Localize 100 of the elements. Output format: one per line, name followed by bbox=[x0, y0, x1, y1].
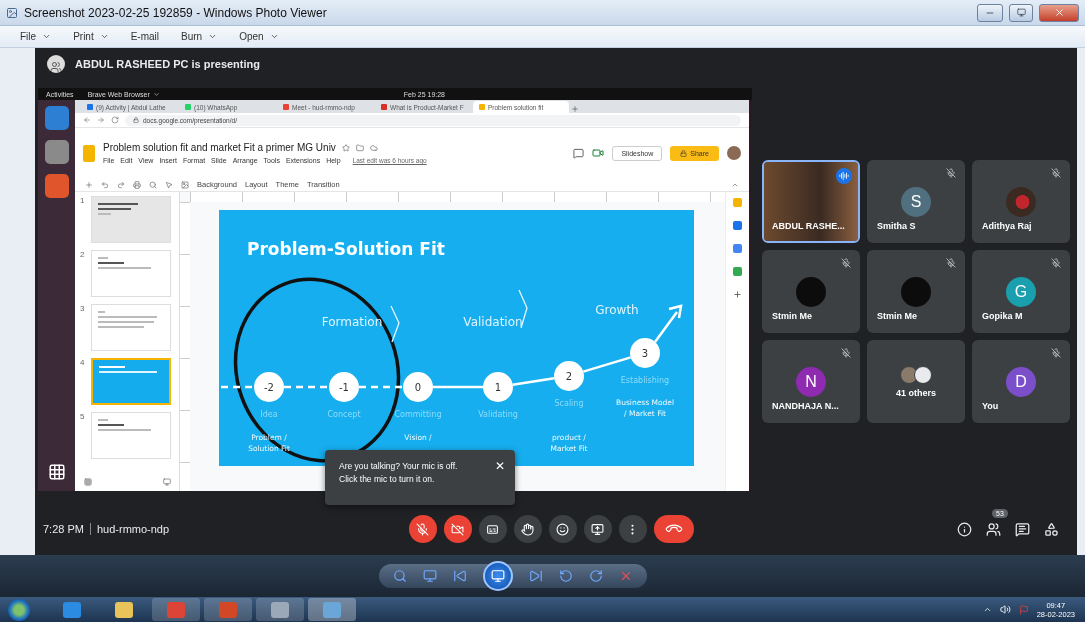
participant-name: Stmin Me bbox=[772, 311, 812, 321]
print-icon[interactable] bbox=[133, 180, 141, 189]
chat-button[interactable] bbox=[1015, 521, 1030, 537]
menu-item[interactable]: Burn bbox=[181, 31, 218, 42]
zoom-button[interactable] bbox=[392, 569, 407, 583]
add-icon[interactable] bbox=[85, 180, 93, 189]
document-title[interactable]: Problem solution fit and market Fit a primer MG Univ bbox=[103, 142, 336, 153]
menu-item[interactable]: Print bbox=[73, 31, 109, 42]
time: 7:28 PM bbox=[43, 523, 84, 535]
slideshow-button[interactable] bbox=[482, 561, 513, 591]
volume-icon[interactable] bbox=[999, 604, 1011, 615]
participant-tile[interactable]: Stmin Me bbox=[867, 250, 965, 333]
avatar bbox=[796, 276, 826, 307]
slide-thumbnail[interactable] bbox=[91, 196, 171, 243]
undo-icon[interactable] bbox=[101, 180, 109, 189]
participant-tile[interactable]: 41 others bbox=[867, 340, 965, 423]
camera-button[interactable] bbox=[443, 515, 472, 543]
menu-item[interactable]: Open bbox=[239, 31, 279, 42]
mic-off-icon bbox=[946, 258, 956, 268]
app-icon[interactable] bbox=[44, 174, 69, 198]
info-button[interactable] bbox=[957, 521, 972, 537]
mic-off-icon bbox=[416, 522, 429, 536]
image-icon[interactable] bbox=[181, 180, 189, 189]
filmstrip-view-icon[interactable] bbox=[163, 478, 171, 486]
zoom-icon[interactable] bbox=[149, 180, 157, 189]
slide-number: 2 bbox=[80, 250, 86, 259]
avatar: G bbox=[1006, 276, 1036, 307]
emoji-button[interactable] bbox=[548, 515, 577, 543]
slide-thumbnail[interactable] bbox=[91, 412, 171, 459]
step-node: 3 bbox=[630, 338, 660, 368]
phase-label: Growth bbox=[595, 303, 639, 317]
star-icon[interactable] bbox=[341, 143, 350, 152]
back-icon[interactable] bbox=[83, 116, 91, 124]
rotate-left-button[interactable] bbox=[558, 569, 573, 583]
captions-button[interactable] bbox=[478, 515, 507, 543]
app-grid-icon[interactable] bbox=[47, 463, 66, 481]
participant-tile[interactable]: D You bbox=[972, 340, 1070, 423]
slide-thumbnail[interactable] bbox=[91, 250, 171, 297]
camera-off-icon bbox=[451, 522, 464, 536]
participant-name: You bbox=[982, 401, 999, 411]
grid-view-icon[interactable] bbox=[84, 478, 92, 486]
caret-icon bbox=[152, 90, 160, 98]
comment-icon[interactable] bbox=[573, 147, 585, 159]
participant-tile[interactable]: Adithya Raj bbox=[972, 160, 1070, 243]
redo-icon[interactable] bbox=[117, 180, 125, 189]
avatar: N bbox=[796, 366, 826, 397]
cloud-icon bbox=[369, 143, 378, 152]
step-label: Committing bbox=[394, 410, 442, 419]
close-button[interactable]: ✕ bbox=[495, 460, 505, 472]
next-button[interactable] bbox=[528, 569, 543, 583]
step-node: 0 bbox=[403, 372, 433, 402]
add-icon[interactable] bbox=[733, 290, 742, 299]
mic-button[interactable] bbox=[408, 515, 437, 543]
menu-item[interactable]: E-mail bbox=[130, 31, 160, 42]
photo-placeholder bbox=[1006, 186, 1036, 217]
close-button[interactable] bbox=[1039, 3, 1079, 22]
video-call-icon[interactable] bbox=[592, 147, 605, 159]
participant-tile[interactable]: S Smitha S bbox=[867, 160, 965, 243]
previous-button[interactable] bbox=[452, 569, 467, 583]
participant-tile[interactable]: N NANDHAJA N... bbox=[762, 340, 860, 423]
app-icon[interactable] bbox=[44, 106, 69, 130]
reload-icon[interactable] bbox=[111, 116, 119, 124]
participant-tile[interactable]: Stmin Me bbox=[762, 250, 860, 333]
phase-label: Formation bbox=[321, 315, 383, 329]
tray-expand-icon[interactable] bbox=[982, 605, 992, 614]
present-button[interactable] bbox=[583, 515, 612, 543]
activities-button[interactable] bbox=[1044, 521, 1059, 537]
smile-icon bbox=[556, 522, 569, 536]
actual-size-button[interactable] bbox=[422, 569, 437, 583]
slide-number: 1 bbox=[80, 196, 86, 205]
minimize-button[interactable] bbox=[977, 3, 1003, 22]
menu-item[interactable]: File bbox=[20, 31, 52, 42]
close-icon bbox=[1053, 7, 1065, 18]
slide-thumbnail[interactable] bbox=[91, 358, 171, 405]
more-button[interactable] bbox=[618, 515, 647, 543]
slide-thumbnail[interactable] bbox=[91, 304, 171, 351]
presenting-message: ABDUL RASHEED PC is presenting bbox=[75, 58, 260, 70]
slide-title: Problem-Solution Fit bbox=[247, 239, 445, 259]
avatar bbox=[901, 276, 931, 307]
flag-icon[interactable] bbox=[1018, 604, 1029, 615]
mic-off-icon bbox=[946, 168, 956, 178]
monitor-icon bbox=[490, 569, 505, 583]
hangup-button[interactable] bbox=[653, 515, 694, 543]
captions-icon bbox=[486, 522, 499, 536]
mic-off-icon bbox=[841, 258, 851, 268]
mic-off-icon bbox=[1051, 258, 1061, 268]
hand-button[interactable] bbox=[513, 515, 542, 543]
rotate-right-button[interactable] bbox=[588, 569, 603, 583]
avatar[interactable] bbox=[727, 146, 741, 160]
forward-icon[interactable] bbox=[97, 116, 105, 124]
participant-tile[interactable]: ABDUL RASHE... bbox=[762, 160, 860, 243]
maximize-button[interactable] bbox=[1009, 3, 1033, 22]
hand-icon bbox=[521, 522, 534, 536]
start-button[interactable] bbox=[8, 598, 30, 621]
new-tab-icon[interactable] bbox=[571, 105, 579, 113]
pointer-icon[interactable] bbox=[165, 180, 173, 189]
step-node: -2 bbox=[254, 372, 284, 402]
participant-tile[interactable]: G Gopika M bbox=[972, 250, 1070, 333]
step-node: 1 bbox=[483, 372, 513, 402]
growth-arrow bbox=[654, 304, 683, 343]
